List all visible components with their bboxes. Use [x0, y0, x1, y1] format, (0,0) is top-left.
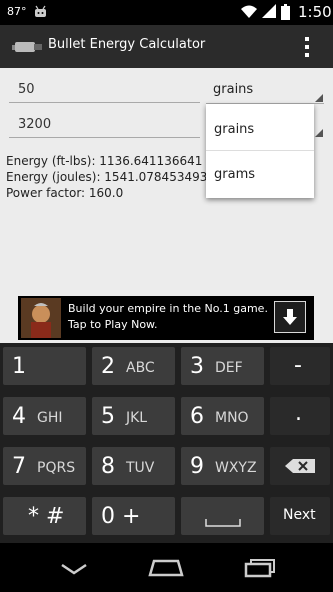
- key-5-label: 5: [101, 404, 115, 429]
- velocity-input[interactable]: 3200: [18, 117, 51, 132]
- key-4[interactable]: 4 GHI: [3, 397, 86, 435]
- unit-dropdown: grains grams: [206, 104, 314, 198]
- key-4-label: 4: [12, 404, 26, 429]
- key-6-label: 6: [190, 404, 204, 429]
- home-icon[interactable]: [148, 559, 184, 577]
- next-key[interactable]: Next: [270, 497, 330, 535]
- key-dot[interactable]: .: [270, 397, 330, 435]
- ad-text: Build your empire in the No.1 game. Tap …: [68, 302, 268, 331]
- key-minus[interactable]: -: [270, 347, 330, 385]
- key-9[interactable]: 9 WXYZ: [181, 447, 264, 485]
- key-6-letters: MNO: [215, 410, 249, 426]
- energy-joules-text: Energy (joules): 1541.078453493: [6, 170, 208, 184]
- android-notification-icon: [35, 5, 46, 17]
- key-8-letters: TUV: [126, 460, 155, 476]
- velocity-underline: [9, 137, 200, 138]
- spinner-caret-icon: [315, 129, 323, 137]
- key-3-label: 3: [190, 354, 204, 379]
- key-7-label: 7: [12, 454, 26, 479]
- key-3[interactable]: 3 DEF: [181, 347, 264, 385]
- numeric-keyboard: 1 2 ABC 3 DEF - 4 GHI 5 JKL 6 MNO . 7 PQ…: [0, 343, 333, 543]
- key-9-letters: WXYZ: [215, 460, 257, 476]
- clock-text: 1:50: [298, 3, 332, 21]
- signal-icon: [262, 4, 276, 18]
- bullet-app-icon: [12, 42, 42, 52]
- space-key[interactable]: [181, 497, 264, 535]
- key-6[interactable]: 6 MNO: [181, 397, 264, 435]
- space-icon: [205, 519, 241, 527]
- backspace-key[interactable]: [270, 447, 330, 485]
- bullet-weight-input[interactable]: 50: [18, 82, 35, 97]
- key-5-letters: JKL: [126, 410, 148, 426]
- overflow-menu-icon[interactable]: [303, 35, 311, 59]
- key-9-label: 9: [190, 454, 204, 479]
- backspace-icon: [285, 459, 315, 473]
- key-0-label: 0 +: [101, 504, 141, 529]
- key-3-letters: DEF: [215, 360, 243, 376]
- key-dot-label: .: [295, 401, 302, 426]
- wifi-icon: [241, 5, 257, 18]
- battery-icon: [281, 4, 290, 20]
- dropdown-divider: [206, 150, 314, 151]
- key-0[interactable]: 0 +: [92, 497, 175, 535]
- key-2-label: 2: [101, 354, 115, 379]
- key-4-letters: GHI: [37, 410, 63, 426]
- key-8[interactable]: 8 TUV: [92, 447, 175, 485]
- download-icon[interactable]: [274, 301, 306, 333]
- dropdown-option-grains[interactable]: grains: [214, 122, 254, 137]
- key-2[interactable]: 2 ABC: [92, 347, 175, 385]
- recent-apps-icon[interactable]: [244, 558, 276, 578]
- key-5[interactable]: 5 JKL: [92, 397, 175, 435]
- weight-unit-spinner[interactable]: grains: [213, 82, 253, 97]
- status-bar: 87° 1:50: [0, 0, 333, 25]
- key-7-letters: PQRS: [37, 460, 76, 476]
- dropdown-option-grams[interactable]: grams: [214, 167, 255, 182]
- ad-banner[interactable]: Build your empire in the No.1 game. Tap …: [18, 296, 314, 340]
- key-1-label: 1: [12, 354, 26, 379]
- key-star-hash[interactable]: * #: [3, 497, 86, 535]
- key-1[interactable]: 1: [3, 347, 86, 385]
- key-7[interactable]: 7 PQRS: [3, 447, 86, 485]
- energy-ftlbs-text: Energy (ft-lbs): 1136.641136641: [6, 154, 203, 168]
- bullet-weight-underline: [9, 102, 200, 103]
- next-key-label: Next: [283, 507, 316, 523]
- key-8-label: 8: [101, 454, 115, 479]
- key-minus-label: -: [294, 353, 302, 378]
- ad-thumbnail-image: [21, 298, 61, 338]
- back-icon[interactable]: [60, 563, 88, 575]
- app-title: Bullet Energy Calculator: [48, 37, 206, 52]
- temperature-text: 87°: [7, 5, 27, 18]
- key-2-letters: ABC: [126, 360, 155, 376]
- spinner-caret-icon: [315, 94, 323, 102]
- action-bar: Bullet Energy Calculator: [0, 25, 333, 68]
- key-star-hash-label: * #: [28, 504, 65, 529]
- power-factor-text: Power factor: 160.0: [6, 186, 124, 200]
- system-navigation-bar: [0, 543, 333, 592]
